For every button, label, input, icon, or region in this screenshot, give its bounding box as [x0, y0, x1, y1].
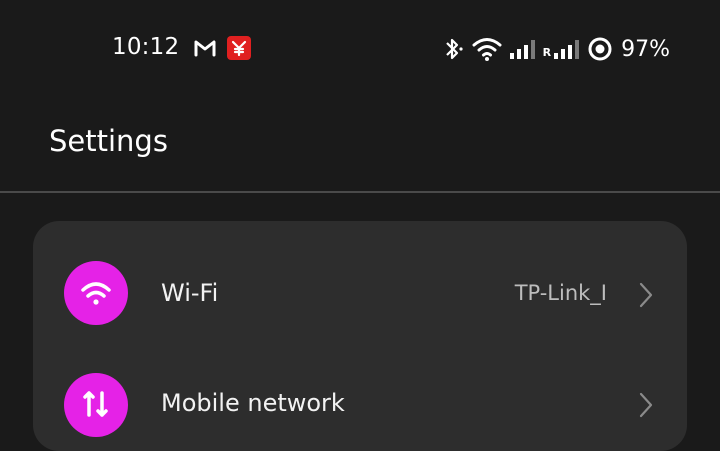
page-title: Settings — [49, 124, 168, 158]
battery-percent: 97% — [621, 36, 670, 62]
battery-ring-icon — [588, 37, 612, 61]
signal-icon — [509, 40, 535, 59]
status-bar: 10:12 R 97% — [0, 0, 720, 96]
settings-item-label: Wi-Fi — [161, 279, 219, 307]
wifi-icon — [64, 261, 128, 325]
chevron-right-icon — [639, 392, 653, 418]
settings-item-wifi[interactable]: Wi-Fi TP-Link_I — [33, 241, 687, 361]
bluetooth-icon — [445, 38, 463, 60]
status-time: 10:12 — [112, 34, 180, 60]
gmail-icon — [194, 40, 216, 57]
roaming-indicator: R — [542, 46, 552, 59]
settings-item-label: Mobile network — [161, 389, 345, 417]
chevron-right-icon — [639, 282, 653, 308]
settings-item-value: TP-Link_I — [514, 281, 607, 305]
settings-item-mobile-network[interactable]: Mobile network — [33, 351, 687, 451]
settings-card: Wi-Fi TP-Link_I Mobile network — [33, 221, 687, 451]
roaming-signal-icon — [554, 40, 580, 59]
roaming-signal: R — [543, 38, 581, 60]
mobile-network-icon — [64, 373, 128, 437]
wifi-icon — [472, 38, 502, 61]
app-notification-icon — [227, 36, 251, 60]
header-divider — [0, 191, 720, 193]
